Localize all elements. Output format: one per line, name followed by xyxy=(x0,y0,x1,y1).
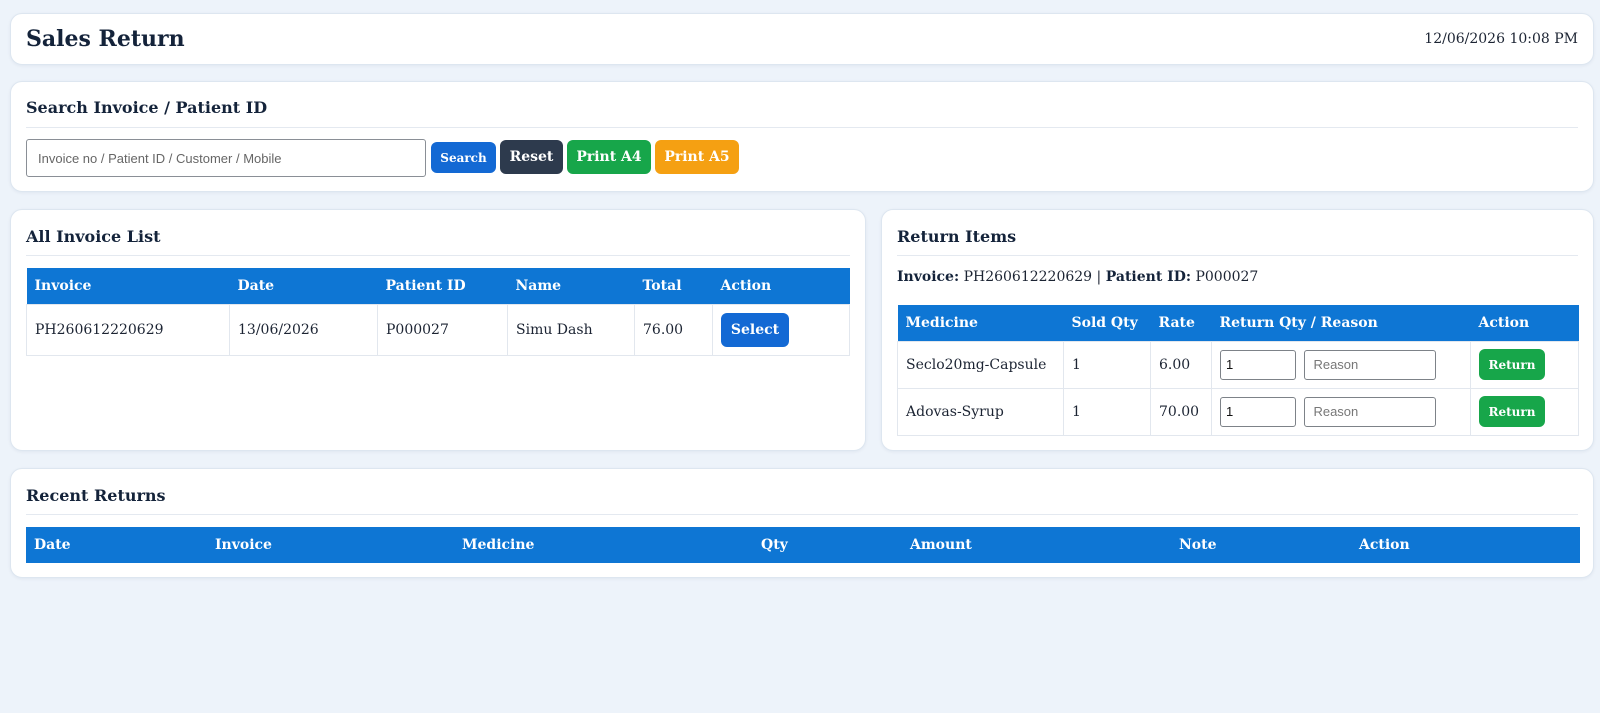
column-header-invoice: Invoice xyxy=(26,268,230,304)
column-header-name: Name xyxy=(507,268,635,304)
return-qty-reason-cell xyxy=(1211,387,1471,436)
invoice-total: 76.00 xyxy=(634,303,713,356)
sold-qty: 1 xyxy=(1063,340,1151,389)
column-header-sold-qty: Sold Qty xyxy=(1063,305,1151,341)
patient-name: Simu Dash xyxy=(507,303,635,356)
divider xyxy=(26,127,1578,128)
recent-returns-panel: Recent Returns Date Invoice Medicine Qty… xyxy=(10,468,1594,578)
table-row: PH260612220629 13/06/2026 P000027 Simu D… xyxy=(26,303,850,356)
invoice-number: PH260612220629 xyxy=(26,303,230,356)
invoice-list-panel: All Invoice List Invoice Date Patient ID… xyxy=(10,209,866,451)
separator: | xyxy=(1096,269,1102,285)
page-title: Sales Return xyxy=(26,26,185,52)
page-header: Sales Return 12/06/2026 10:08 PM xyxy=(10,13,1594,65)
rate: 70.00 xyxy=(1150,387,1212,436)
table-header-row: Date Invoice Medicine Qty Amount Note Ac… xyxy=(26,527,1580,563)
column-header-note: Note xyxy=(1171,527,1351,563)
patient-id: P000027 xyxy=(377,303,508,356)
divider xyxy=(897,255,1578,256)
column-header-medicine: Medicine xyxy=(897,305,1064,341)
column-header-date: Date xyxy=(229,268,378,304)
table-header-row: Medicine Sold Qty Rate Return Qty / Reas… xyxy=(897,305,1579,341)
patient-id-label: Patient ID: xyxy=(1105,269,1192,285)
return-button[interactable]: Return xyxy=(1479,396,1545,427)
column-header-medicine: Medicine xyxy=(454,527,753,563)
return-qty-input[interactable] xyxy=(1220,396,1296,427)
action-cell: Select xyxy=(712,303,850,356)
search-panel: Search Invoice / Patient ID Search Reset… xyxy=(10,81,1594,192)
divider xyxy=(26,255,850,256)
sold-qty: 1 xyxy=(1063,387,1151,436)
search-input[interactable] xyxy=(26,139,426,177)
column-header-total: Total xyxy=(634,268,713,304)
table-header-row: Invoice Date Patient ID Name Total Actio… xyxy=(26,268,850,304)
column-header-rate: Rate xyxy=(1150,305,1212,341)
action-cell: Return xyxy=(1470,387,1579,436)
table-row: Adovas-Syrup 1 70.00 Return xyxy=(897,387,1579,436)
column-header-patient-id: Patient ID xyxy=(377,268,508,304)
return-qty-input[interactable] xyxy=(1220,349,1296,380)
medicine-name: Adovas-Syrup xyxy=(897,387,1064,436)
recent-returns-title: Recent Returns xyxy=(26,486,166,505)
print-a5-button[interactable]: Print A5 xyxy=(655,140,739,174)
action-cell: Return xyxy=(1470,340,1579,389)
column-header-invoice: Invoice xyxy=(207,527,454,563)
reset-button[interactable]: Reset xyxy=(500,140,563,174)
column-header-return-qty-reason: Return Qty / Reason xyxy=(1211,305,1471,341)
column-header-date: Date xyxy=(26,527,207,563)
select-invoice-button[interactable]: Select xyxy=(721,312,789,347)
table-row: Seclo20mg-Capsule 1 6.00 Return xyxy=(897,340,1579,389)
invoice-table: Invoice Date Patient ID Name Total Actio… xyxy=(26,268,850,356)
column-header-action: Action xyxy=(712,268,850,304)
return-button[interactable]: Return xyxy=(1479,349,1545,380)
return-invoice-info: Invoice: PH260612220629 | Patient ID: P0… xyxy=(897,269,1258,285)
datetime-display: 12/06/2026 10:08 PM xyxy=(1424,31,1578,47)
divider xyxy=(26,514,1578,515)
search-button[interactable]: Search xyxy=(431,142,496,173)
column-header-action: Action xyxy=(1351,527,1580,563)
patient-id-value: P000027 xyxy=(1195,269,1259,285)
medicine-name: Seclo20mg-Capsule xyxy=(897,340,1064,389)
column-header-qty: Qty xyxy=(753,527,902,563)
column-header-amount: Amount xyxy=(902,527,1171,563)
column-header-action: Action xyxy=(1470,305,1579,341)
invoice-label: Invoice: xyxy=(897,269,960,285)
return-qty-reason-cell xyxy=(1211,340,1471,389)
return-items-panel: Return Items Invoice: PH260612220629 | P… xyxy=(881,209,1594,451)
reason-input[interactable] xyxy=(1304,396,1437,427)
return-items-table: Medicine Sold Qty Rate Return Qty / Reas… xyxy=(897,305,1579,436)
invoice-list-title: All Invoice List xyxy=(26,227,161,246)
print-a4-button[interactable]: Print A4 xyxy=(567,140,651,174)
search-panel-title: Search Invoice / Patient ID xyxy=(26,98,268,117)
invoice-value: PH260612220629 xyxy=(963,269,1093,285)
return-items-title: Return Items xyxy=(897,227,1017,246)
invoice-date: 13/06/2026 xyxy=(229,303,378,356)
recent-returns-table: Date Invoice Medicine Qty Amount Note Ac… xyxy=(26,527,1580,563)
reason-input[interactable] xyxy=(1304,349,1437,380)
rate: 6.00 xyxy=(1150,340,1212,389)
